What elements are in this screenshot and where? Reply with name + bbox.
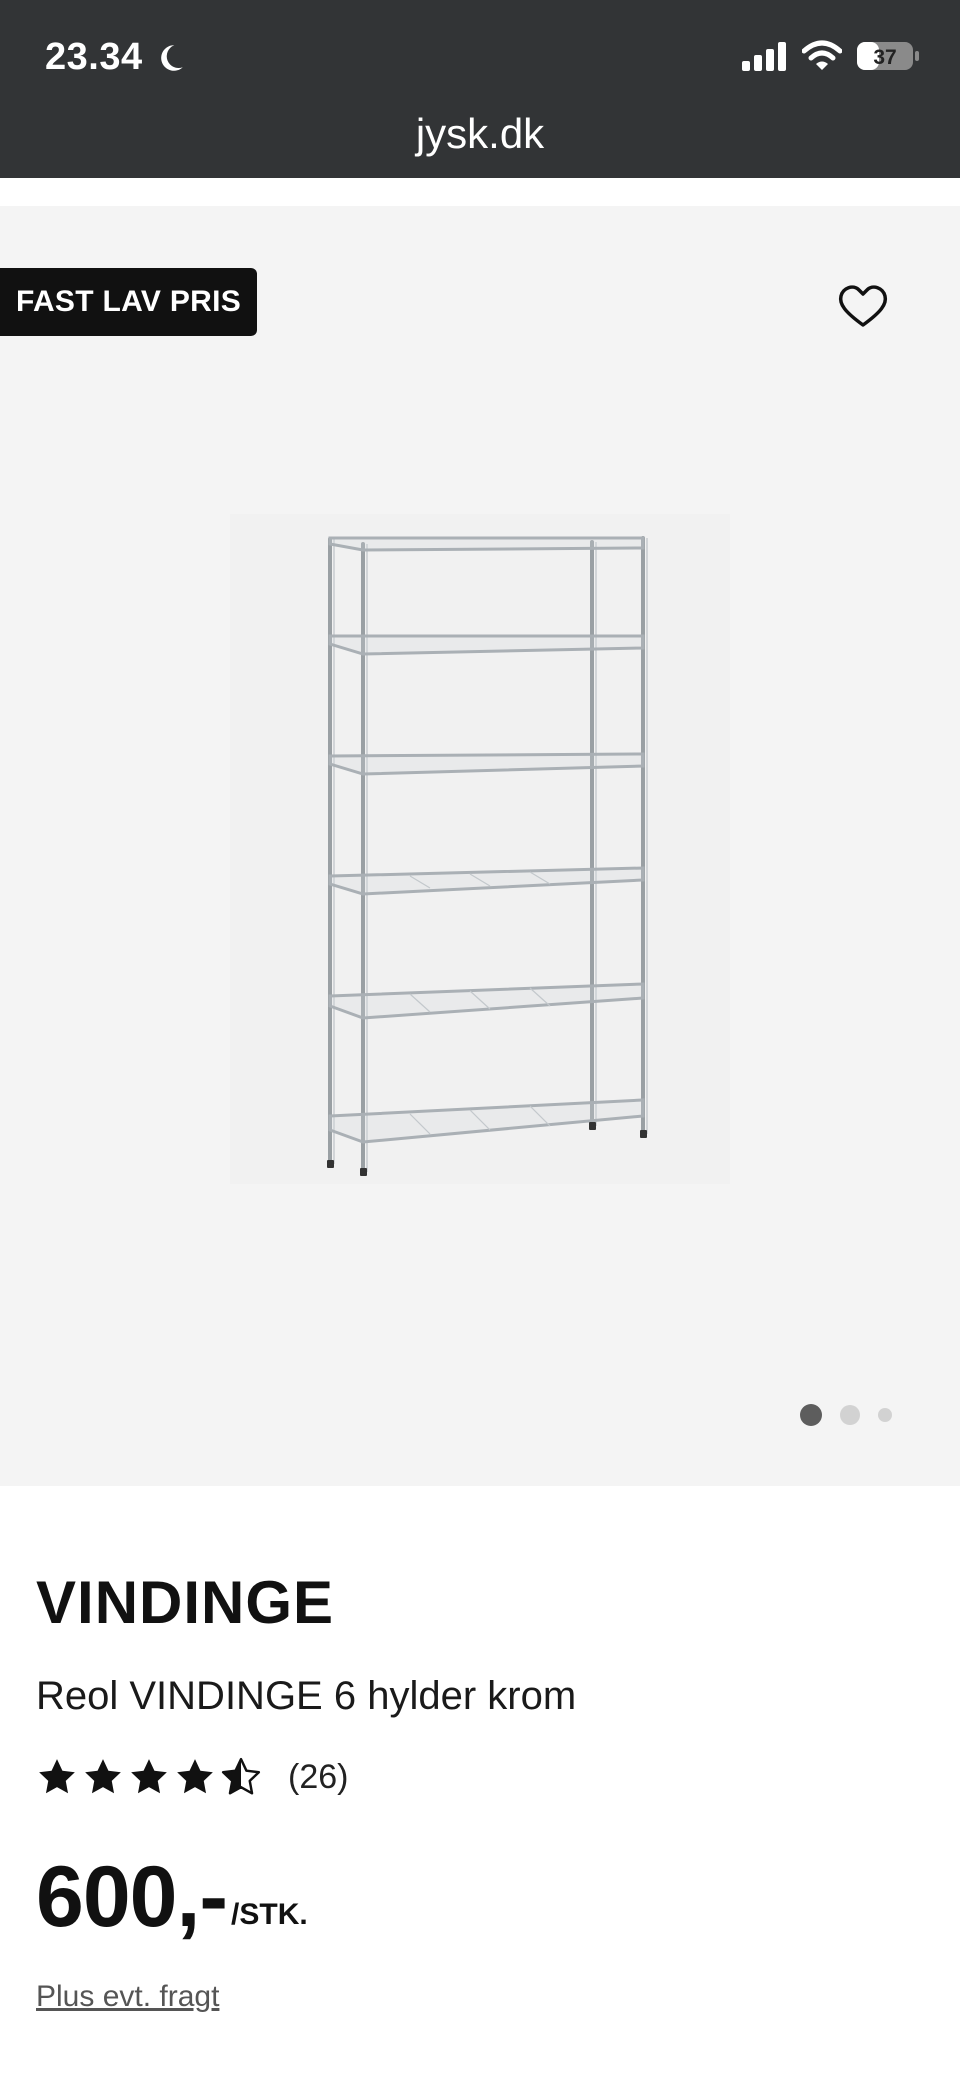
product-rating[interactable]: (26): [36, 1756, 348, 1798]
product-name: Reol VINDINGE 6 hylder krom: [36, 1674, 577, 1718]
battery-level-text: 37: [873, 46, 896, 69]
header-gap: [0, 178, 960, 206]
clock: 23.34: [45, 36, 187, 79]
gallery-dot-3[interactable]: [878, 1408, 892, 1422]
review-count[interactable]: (26): [288, 1758, 348, 1797]
time-text: 23.34: [45, 36, 143, 78]
wifi-icon: [802, 40, 842, 70]
gallery-pagination[interactable]: [800, 1404, 892, 1426]
heart-icon[interactable]: [837, 282, 889, 330]
battery-icon: 37: [857, 42, 919, 70]
half-star-icon: [221, 1757, 261, 1795]
product-gallery[interactable]: FAST LAV PRIS: [0, 206, 960, 1486]
status-bar: 23.34 37 jysk.dk: [0, 0, 960, 178]
product-image-shelf[interactable]: [230, 514, 730, 1184]
star-rating: [36, 1756, 262, 1798]
address-bar-url[interactable]: jysk.dk: [0, 110, 960, 158]
cellular-signal-icon: [742, 42, 786, 71]
star-icon: [39, 1759, 75, 1794]
star-icon: [85, 1759, 121, 1794]
product-brand: VINDINGE: [36, 1569, 335, 1636]
star-icon: [131, 1759, 167, 1794]
price-unit: /STK.: [231, 1898, 308, 1931]
product-price: 600,- /STK.: [36, 1854, 308, 1940]
star-icon: [177, 1759, 213, 1794]
gallery-dot-1[interactable]: [800, 1404, 822, 1426]
price-value: 600,-: [36, 1849, 228, 1945]
moon-icon: [160, 44, 183, 71]
gallery-dot-2[interactable]: [840, 1405, 860, 1425]
shipping-info-link[interactable]: Plus evt. fragt: [36, 1980, 219, 2014]
system-icons: 37: [742, 40, 920, 72]
price-badge: FAST LAV PRIS: [0, 268, 258, 336]
